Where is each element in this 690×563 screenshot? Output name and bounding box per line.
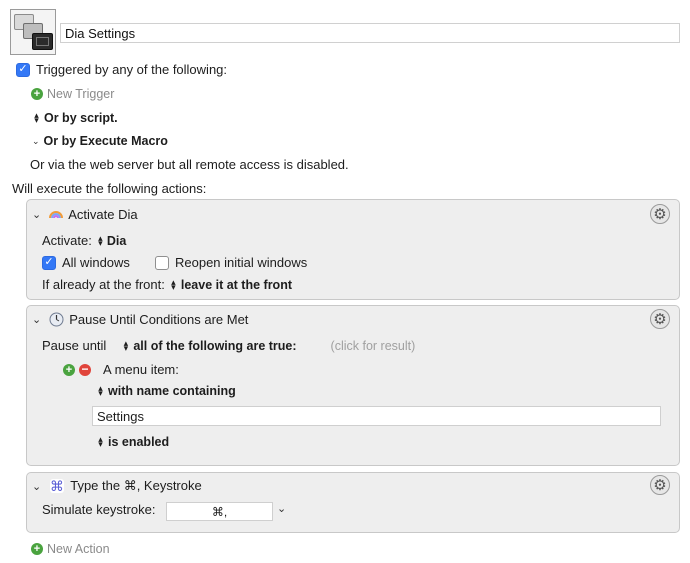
new-trigger-button[interactable]: + New Trigger xyxy=(31,87,114,101)
simulate-row: Simulate keystroke: xyxy=(42,502,155,517)
menu-name-field[interactable]: Settings xyxy=(92,406,661,426)
updown-chevron-icon: ▴ ▾ xyxy=(98,232,103,248)
new-trigger-label: New Trigger xyxy=(47,87,115,101)
if-front-row: If already at the front: ▴ ▾ leave it at … xyxy=(42,277,292,292)
triggered-checkbox[interactable]: ✓ xyxy=(16,62,30,77)
updown-chevron-icon: ▴ ▾ xyxy=(98,383,103,398)
all-windows-checkbox[interactable]: ✓ xyxy=(42,255,56,270)
action-activate-dia[interactable]: ⌄ Activate Dia ⚙ Activate: ▴ ▾ Dia ✓ All … xyxy=(26,199,680,300)
activate-app-popup[interactable]: ▴ ▾ Dia xyxy=(96,232,127,248)
simulate-label: Simulate keystroke: xyxy=(42,502,156,517)
actions-header: Will execute the following actions: xyxy=(12,181,207,196)
all-windows-label: All windows xyxy=(62,255,130,270)
reopen-windows-checkbox[interactable] xyxy=(155,255,169,270)
svg-text:⌘: ⌘ xyxy=(50,479,64,494)
clock-icon xyxy=(49,312,64,327)
command-key-icon: ⌘ xyxy=(49,478,65,495)
if-front-popup[interactable]: ▴ ▾ leave it at the front xyxy=(169,276,292,292)
action-type-keystroke[interactable]: ⌄ ⌘ Type the ⌘, Keystroke ⚙ Simulate key… xyxy=(26,472,680,533)
remove-condition-icon[interactable]: − xyxy=(79,363,91,376)
state-value: is enabled xyxy=(108,435,170,449)
or-by-execute-macro-label: Or by Execute Macro xyxy=(43,134,168,148)
menu-item-label: A menu item: xyxy=(103,362,179,377)
name-containing-value: with name containing xyxy=(108,384,236,398)
activate-app-value: Dia xyxy=(106,233,127,248)
chevron-down-icon: ⌄ xyxy=(32,135,40,146)
action-header: ⌄ Pause Until Conditions are Met xyxy=(32,312,248,327)
action-title: Type the ⌘, Keystroke xyxy=(70,478,202,493)
activate-label: Activate: xyxy=(42,233,92,248)
or-by-script-label: Or by script. xyxy=(44,111,118,125)
new-action-label: New Action xyxy=(47,542,110,556)
new-action-button[interactable]: + New Action xyxy=(31,542,110,556)
macro-name-field[interactable]: Dia Settings xyxy=(60,23,680,43)
reopen-windows-label: Reopen initial windows xyxy=(175,255,308,270)
pause-until-row: Pause until ▴ ▾ all of the following are … xyxy=(42,338,415,353)
state-popup[interactable]: ▴ ▾ is enabled xyxy=(96,434,170,450)
chevron-down-icon[interactable]: ⌄ xyxy=(32,313,41,326)
triggered-label: Triggered by any of the following: xyxy=(36,62,228,77)
chevron-down-icon[interactable]: ⌄ xyxy=(277,502,286,515)
action-title: Pause Until Conditions are Met xyxy=(69,312,249,327)
click-for-result[interactable]: (click for result) xyxy=(331,339,416,353)
action-header: ⌄ Activate Dia xyxy=(32,207,138,222)
name-containing-popup[interactable]: ▴ ▾ with name containing xyxy=(96,383,236,399)
macro-icon[interactable] xyxy=(10,9,56,55)
gear-icon[interactable]: ⚙ xyxy=(650,204,670,224)
keystroke-field[interactable]: ⌘, xyxy=(166,502,273,521)
reopen-windows-row[interactable]: Reopen initial windows xyxy=(155,255,307,270)
add-condition-icon[interactable]: + xyxy=(63,363,75,376)
window-icon xyxy=(32,33,53,50)
if-front-value: leave it at the front xyxy=(180,277,292,292)
gear-icon[interactable]: ⚙ xyxy=(650,309,670,329)
updown-chevron-icon: ▴ ▾ xyxy=(34,110,39,125)
or-by-script-row[interactable]: ▴ ▾ Or by script. xyxy=(32,110,118,126)
or-by-execute-macro-row[interactable]: ⌄ Or by Execute Macro xyxy=(32,134,168,148)
updown-chevron-icon: ▴ ▾ xyxy=(171,276,176,292)
triggered-row: ✓ Triggered by any of the following: xyxy=(16,62,227,77)
if-front-label: If already at the front: xyxy=(42,277,165,292)
updown-chevron-icon: ▴ ▾ xyxy=(123,337,129,353)
chevron-down-icon[interactable]: ⌄ xyxy=(32,208,41,221)
action-pause-until[interactable]: ⌄ Pause Until Conditions are Met ⚙ Pause… xyxy=(26,305,680,466)
condition-row: + − A menu item: xyxy=(63,362,179,377)
add-icon: + xyxy=(31,88,43,100)
add-icon: + xyxy=(31,543,43,555)
conditions-value: all of the following are true: xyxy=(133,338,297,353)
updown-chevron-icon: ▴ ▾ xyxy=(98,434,103,449)
action-title: Activate Dia xyxy=(68,207,138,222)
pause-until-label: Pause until xyxy=(42,338,107,353)
activate-row: Activate: ▴ ▾ Dia xyxy=(42,233,126,248)
conditions-popup[interactable]: ▴ ▾ all of the following are true: xyxy=(121,337,297,353)
action-header: ⌄ ⌘ Type the ⌘, Keystroke xyxy=(32,478,202,495)
chevron-down-icon[interactable]: ⌄ xyxy=(32,480,41,493)
web-server-note: Or via the web server but all remote acc… xyxy=(30,157,349,172)
dia-app-icon xyxy=(49,208,64,222)
all-windows-row[interactable]: ✓ All windows xyxy=(42,255,130,270)
gear-icon[interactable]: ⚙ xyxy=(650,475,670,495)
